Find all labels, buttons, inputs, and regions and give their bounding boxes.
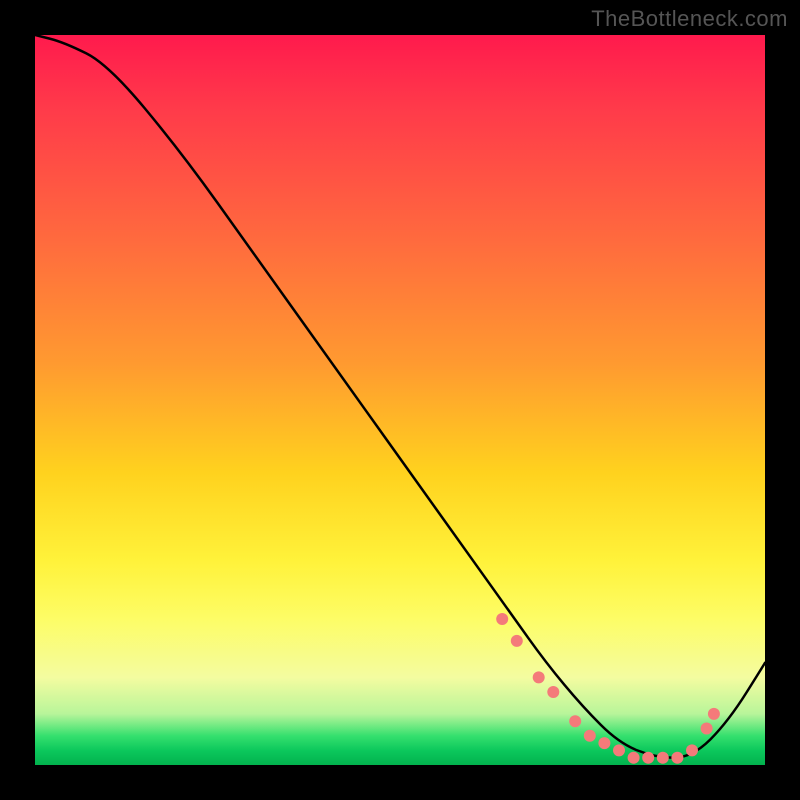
plot-area [35,35,765,765]
marker-dot [628,752,640,764]
marker-dot [511,635,523,647]
marker-dot [657,752,669,764]
marker-dot [547,686,559,698]
marker-dot [584,730,596,742]
marker-dot [598,737,610,749]
marker-dot [642,752,654,764]
marker-dot [686,744,698,756]
chart-svg [35,35,765,765]
marker-dot [569,715,581,727]
marker-dot [496,613,508,625]
marker-dot [613,744,625,756]
marker-dot [701,723,713,735]
chart-frame: TheBottleneck.com [0,0,800,800]
watermark-text: TheBottleneck.com [591,6,788,32]
marker-dot [671,752,683,764]
marker-dot [708,708,720,720]
marker-dot [533,671,545,683]
bottleneck-curve [35,35,765,758]
marker-group [496,613,720,764]
